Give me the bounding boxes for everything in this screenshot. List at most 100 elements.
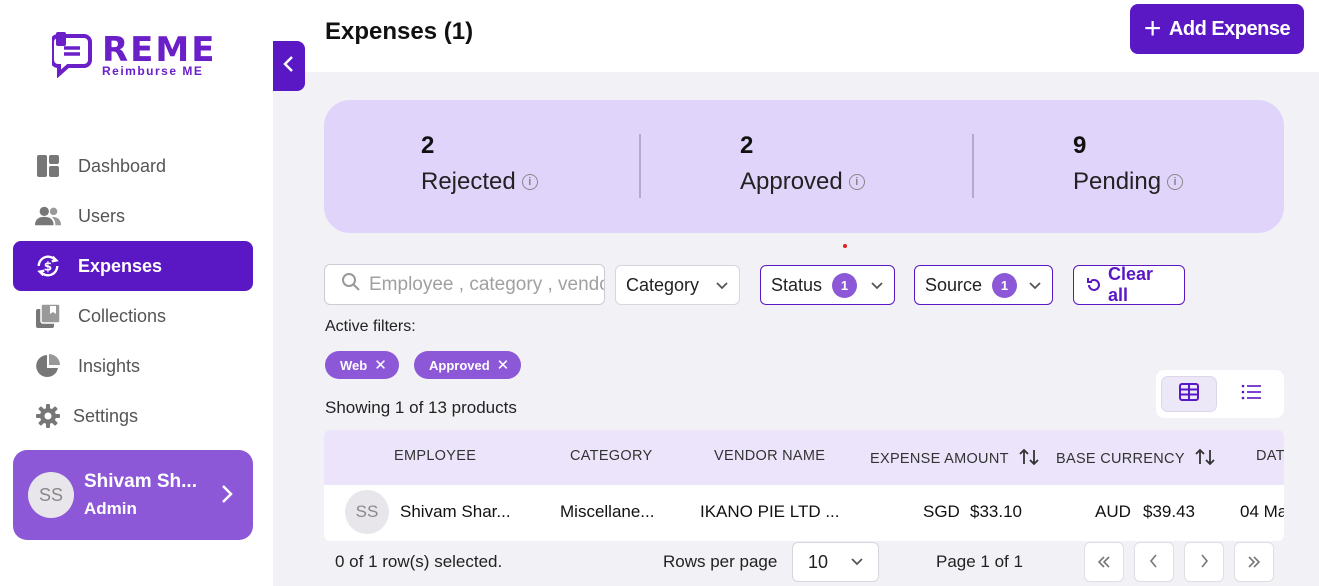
brand-logo[interactable]: REME Reimburse ME bbox=[52, 30, 222, 82]
column-header-label: BASE CURRENCY bbox=[1056, 451, 1185, 467]
status-count-badge: 1 bbox=[832, 272, 858, 298]
source-filter-button[interactable]: Source 1 bbox=[914, 265, 1053, 305]
chat-receipt-logo-icon bbox=[52, 32, 92, 78]
stat-divider bbox=[972, 134, 974, 198]
sidebar-item-label: Settings bbox=[73, 405, 139, 426]
stat-value: 2 bbox=[421, 132, 435, 159]
sidebar-item-dashboard[interactable]: Dashboard bbox=[13, 141, 253, 191]
search-field[interactable] bbox=[324, 264, 605, 305]
red-dot bbox=[843, 244, 847, 248]
last-page-button[interactable] bbox=[1234, 542, 1274, 582]
sort-icon[interactable] bbox=[1019, 448, 1039, 470]
add-expense-button[interactable]: + Add Expense bbox=[1130, 4, 1304, 54]
cell-base-currency: AUD bbox=[1095, 502, 1131, 521]
stat-rejected: 2 Rejected i bbox=[421, 132, 538, 196]
sidebar-item-insights[interactable]: Insights bbox=[13, 341, 253, 391]
info-icon[interactable]: i bbox=[1167, 174, 1184, 190]
chevron-down-icon bbox=[870, 275, 884, 296]
column-header-expense-amount[interactable]: EXPENSE AMOUNT bbox=[870, 448, 1039, 470]
rows-per-page-value: 10 bbox=[808, 551, 829, 572]
sidebar-item-settings[interactable]: Settings bbox=[13, 391, 253, 441]
info-icon[interactable]: i bbox=[848, 174, 865, 190]
stat-divider bbox=[639, 134, 641, 198]
user-role: Admin bbox=[84, 499, 137, 518]
chevron-right-icon bbox=[221, 484, 233, 509]
cell-base-amount: $39.43 bbox=[1143, 502, 1195, 521]
stat-label: Pending bbox=[1073, 168, 1162, 195]
first-page-button[interactable] bbox=[1084, 542, 1124, 582]
cell-category: Miscellane... bbox=[560, 502, 655, 521]
cell-expense-amount: $33.10 bbox=[970, 502, 1022, 521]
active-filters-label: Active filters: bbox=[325, 318, 416, 335]
sidebar: REME Reimburse ME Dashboard Users $ Expe… bbox=[0, 0, 273, 586]
sidebar-nav: Dashboard Users $ Expenses Collections I… bbox=[13, 141, 253, 441]
avatar: SS bbox=[28, 472, 74, 518]
brand-tagline: Reimburse ME bbox=[102, 64, 204, 78]
svg-text:$: $ bbox=[44, 260, 52, 274]
chip-label: Approved bbox=[429, 357, 490, 373]
rows-per-page-label: Rows per page bbox=[663, 552, 778, 571]
column-header-base-currency[interactable]: BASE CURRENCY bbox=[1056, 448, 1215, 470]
table-view-button[interactable] bbox=[1161, 376, 1217, 412]
results-count: Showing 1 of 13 products bbox=[325, 398, 517, 417]
sidebar-item-label: Expenses bbox=[78, 255, 163, 276]
stat-label-row: Pending i bbox=[1073, 168, 1184, 196]
status-filter-button[interactable]: Status 1 bbox=[760, 265, 895, 305]
table-header: EMPLOYEE CATEGORY VENDOR NAME EXPENSE AM… bbox=[324, 430, 1284, 485]
stats-panel: 2 Rejected i 2 Approved i 9 Pending i bbox=[324, 100, 1284, 233]
sidebar-item-label: Users bbox=[78, 205, 126, 226]
stat-label: Rejected bbox=[421, 168, 516, 195]
users-icon bbox=[35, 203, 61, 229]
filter-chip-approved[interactable]: Approved ✕ bbox=[414, 351, 522, 379]
double-chevron-left-icon bbox=[1097, 552, 1111, 573]
sidebar-item-expenses[interactable]: $ Expenses bbox=[13, 241, 253, 291]
next-page-button[interactable] bbox=[1184, 542, 1224, 582]
stat-pending: 9 Pending i bbox=[1073, 132, 1184, 196]
chevron-right-icon bbox=[1199, 552, 1209, 573]
list-icon bbox=[1241, 384, 1261, 405]
column-header-employee: EMPLOYEE bbox=[394, 448, 477, 464]
category-filter-button[interactable]: Category bbox=[615, 265, 740, 305]
search-input[interactable] bbox=[369, 273, 604, 296]
sidebar-item-collections[interactable]: Collections bbox=[13, 291, 253, 341]
view-toggle bbox=[1156, 370, 1284, 418]
dashboard-icon bbox=[35, 153, 61, 179]
page-title: Expenses (1) bbox=[325, 18, 474, 45]
close-icon[interactable]: ✕ bbox=[497, 356, 510, 374]
page-indicator: Page 1 of 1 bbox=[936, 552, 1023, 571]
chevron-down-icon bbox=[1028, 275, 1042, 296]
collapse-sidebar-button[interactable] bbox=[273, 41, 305, 91]
sidebar-item-label: Dashboard bbox=[78, 155, 167, 176]
close-icon[interactable]: ✕ bbox=[374, 356, 387, 374]
collections-icon bbox=[35, 303, 61, 329]
category-filter-label: Category bbox=[626, 274, 700, 295]
stat-label-row: Approved i bbox=[740, 168, 865, 196]
filter-chip-web[interactable]: Web ✕ bbox=[325, 351, 399, 379]
chevron-left-icon bbox=[1149, 552, 1159, 573]
status-filter-label: Status bbox=[771, 274, 823, 295]
previous-page-button[interactable] bbox=[1134, 542, 1174, 582]
list-view-button[interactable] bbox=[1223, 376, 1279, 412]
avatar: SS bbox=[345, 490, 389, 534]
info-icon[interactable]: i bbox=[521, 174, 538, 190]
expenses-table: EMPLOYEE CATEGORY VENDOR NAME EXPENSE AM… bbox=[324, 430, 1284, 541]
sort-icon[interactable] bbox=[1195, 448, 1215, 470]
search-icon bbox=[341, 272, 361, 297]
double-chevron-right-icon bbox=[1247, 552, 1261, 573]
sidebar-item-label: Insights bbox=[78, 355, 141, 376]
chip-label: Web bbox=[340, 357, 368, 373]
sidebar-item-users[interactable]: Users bbox=[13, 191, 253, 241]
cell-vendor: IKANO PIE LTD ... bbox=[700, 502, 840, 521]
page-header: Expenses (1) + Add Expense bbox=[273, 0, 1319, 72]
cell-expense-currency: SGD bbox=[923, 502, 960, 521]
stat-label-row: Rejected i bbox=[421, 168, 538, 196]
user-name: Shivam Sh... bbox=[84, 471, 197, 492]
user-info: Shivam Sh... Admin bbox=[84, 471, 197, 519]
user-profile-card[interactable]: SS Shivam Sh... Admin bbox=[13, 450, 253, 540]
clear-all-button[interactable]: Clear all bbox=[1073, 264, 1185, 305]
reset-icon bbox=[1086, 277, 1102, 293]
rows-per-page-select[interactable]: 10 bbox=[792, 542, 879, 582]
table-grid-icon bbox=[1179, 382, 1199, 406]
column-header-label: EXPENSE AMOUNT bbox=[870, 451, 1009, 467]
source-filter-label: Source bbox=[925, 274, 983, 295]
